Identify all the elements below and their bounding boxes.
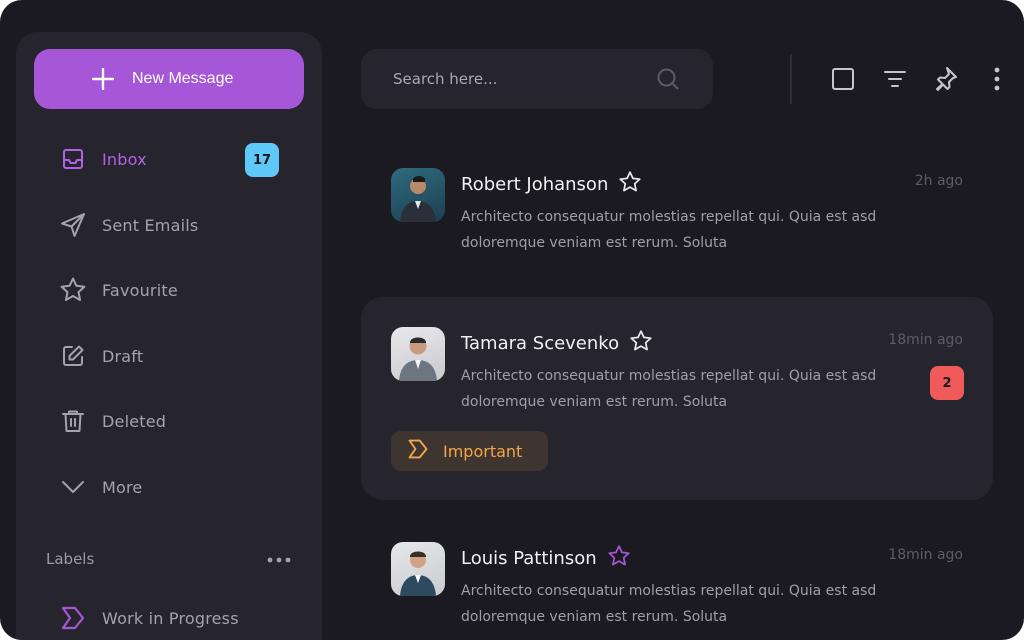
trash-icon	[58, 406, 88, 436]
tag-icon	[407, 438, 429, 464]
sidebar-item-label: Favourite	[102, 280, 178, 300]
filter-icon[interactable]	[879, 63, 911, 95]
plus-icon	[91, 67, 115, 95]
message-preview: Architecto consequatur molestias repella…	[461, 578, 901, 630]
inbox-icon	[58, 144, 88, 174]
sidebar-item-sent-emails[interactable]: Sent Emails	[58, 205, 288, 245]
label-item-work-in-progress[interactable]: Work in Progress	[58, 598, 288, 638]
message-preview-line: doloremque veniam est rerum. Soluta	[461, 394, 728, 410]
message-preview-line: Architecto consequatur molestias repella…	[461, 368, 877, 384]
message-time: 2h ago	[914, 173, 963, 189]
sidebar-item-more[interactable]: More	[58, 467, 288, 507]
sidebar-item-label: Inbox	[102, 149, 147, 169]
new-message-label: New Message	[132, 70, 234, 87]
message-item-tamara-scevenko[interactable]: Tamara Scevenko 18min ago Architecto con…	[361, 297, 993, 500]
sidebar: New Message Inbox 17 Sent Emails Favouri…	[16, 32, 322, 640]
sender-name-text: Robert Johanson	[461, 174, 609, 195]
label-item-label: Work in Progress	[102, 608, 239, 628]
sender-name-text: Tamara Scevenko	[461, 333, 620, 354]
new-message-button[interactable]: New Message	[34, 49, 304, 109]
avatar	[391, 327, 445, 381]
inbox-count-badge: 17	[245, 143, 279, 177]
search-bar	[361, 49, 713, 109]
pin-icon[interactable]	[929, 63, 961, 95]
checkbox-icon[interactable]	[827, 63, 859, 95]
sidebar-item-label: Sent Emails	[102, 215, 199, 235]
message-item-robert-johanson[interactable]: Robert Johanson 2h ago Architecto conseq…	[361, 138, 993, 278]
star-icon	[58, 275, 88, 305]
sender-name: Robert Johanson	[461, 170, 642, 199]
sidebar-item-label: More	[102, 477, 143, 497]
star-icon[interactable]	[607, 544, 631, 573]
search-input[interactable]	[393, 70, 655, 88]
search-icon[interactable]	[655, 66, 681, 92]
edit-icon	[58, 341, 88, 371]
tag-label: Important	[443, 441, 523, 461]
sidebar-item-deleted[interactable]: Deleted	[58, 401, 288, 441]
sender-name: Louis Pattinson	[461, 544, 631, 573]
avatar	[391, 542, 445, 596]
message-time: 18min ago	[888, 547, 963, 563]
message-item-louis-pattinson[interactable]: Louis Pattinson 18min ago Architecto con…	[361, 512, 993, 640]
avatar	[391, 168, 445, 222]
sidebar-item-favourite[interactable]: Favourite	[58, 270, 288, 310]
mail-app: New Message Inbox 17 Sent Emails Favouri…	[0, 0, 1024, 640]
sender-name-text: Louis Pattinson	[461, 548, 597, 569]
message-preview: Architecto consequatur molestias repella…	[461, 363, 901, 415]
chevron-down-icon	[58, 472, 88, 502]
labels-heading: Labels	[46, 550, 95, 568]
message-preview-line: Architecto consequatur molestias repella…	[461, 583, 877, 599]
unread-count-badge: 2	[930, 366, 964, 400]
send-icon	[58, 210, 88, 240]
star-icon[interactable]	[629, 329, 653, 358]
sidebar-item-label: Draft	[102, 346, 144, 366]
more-vertical-icon[interactable]	[981, 63, 1013, 95]
important-tag[interactable]: Important	[391, 431, 549, 471]
toolbar-divider	[790, 54, 792, 104]
sidebar-item-label: Deleted	[102, 411, 167, 431]
message-preview-line: Architecto consequatur molestias repella…	[461, 209, 877, 225]
more-horizontal-icon[interactable]	[266, 548, 292, 576]
message-preview-line: doloremque veniam est rerum. Soluta	[461, 235, 728, 251]
message-preview: Architecto consequatur molestias repella…	[461, 204, 901, 256]
sidebar-item-draft[interactable]: Draft	[58, 336, 288, 376]
tag-icon	[58, 603, 88, 633]
star-icon[interactable]	[618, 170, 642, 199]
message-time: 18min ago	[888, 332, 963, 348]
message-preview-line: doloremque veniam est rerum. Soluta	[461, 609, 728, 625]
sender-name: Tamara Scevenko	[461, 329, 653, 358]
